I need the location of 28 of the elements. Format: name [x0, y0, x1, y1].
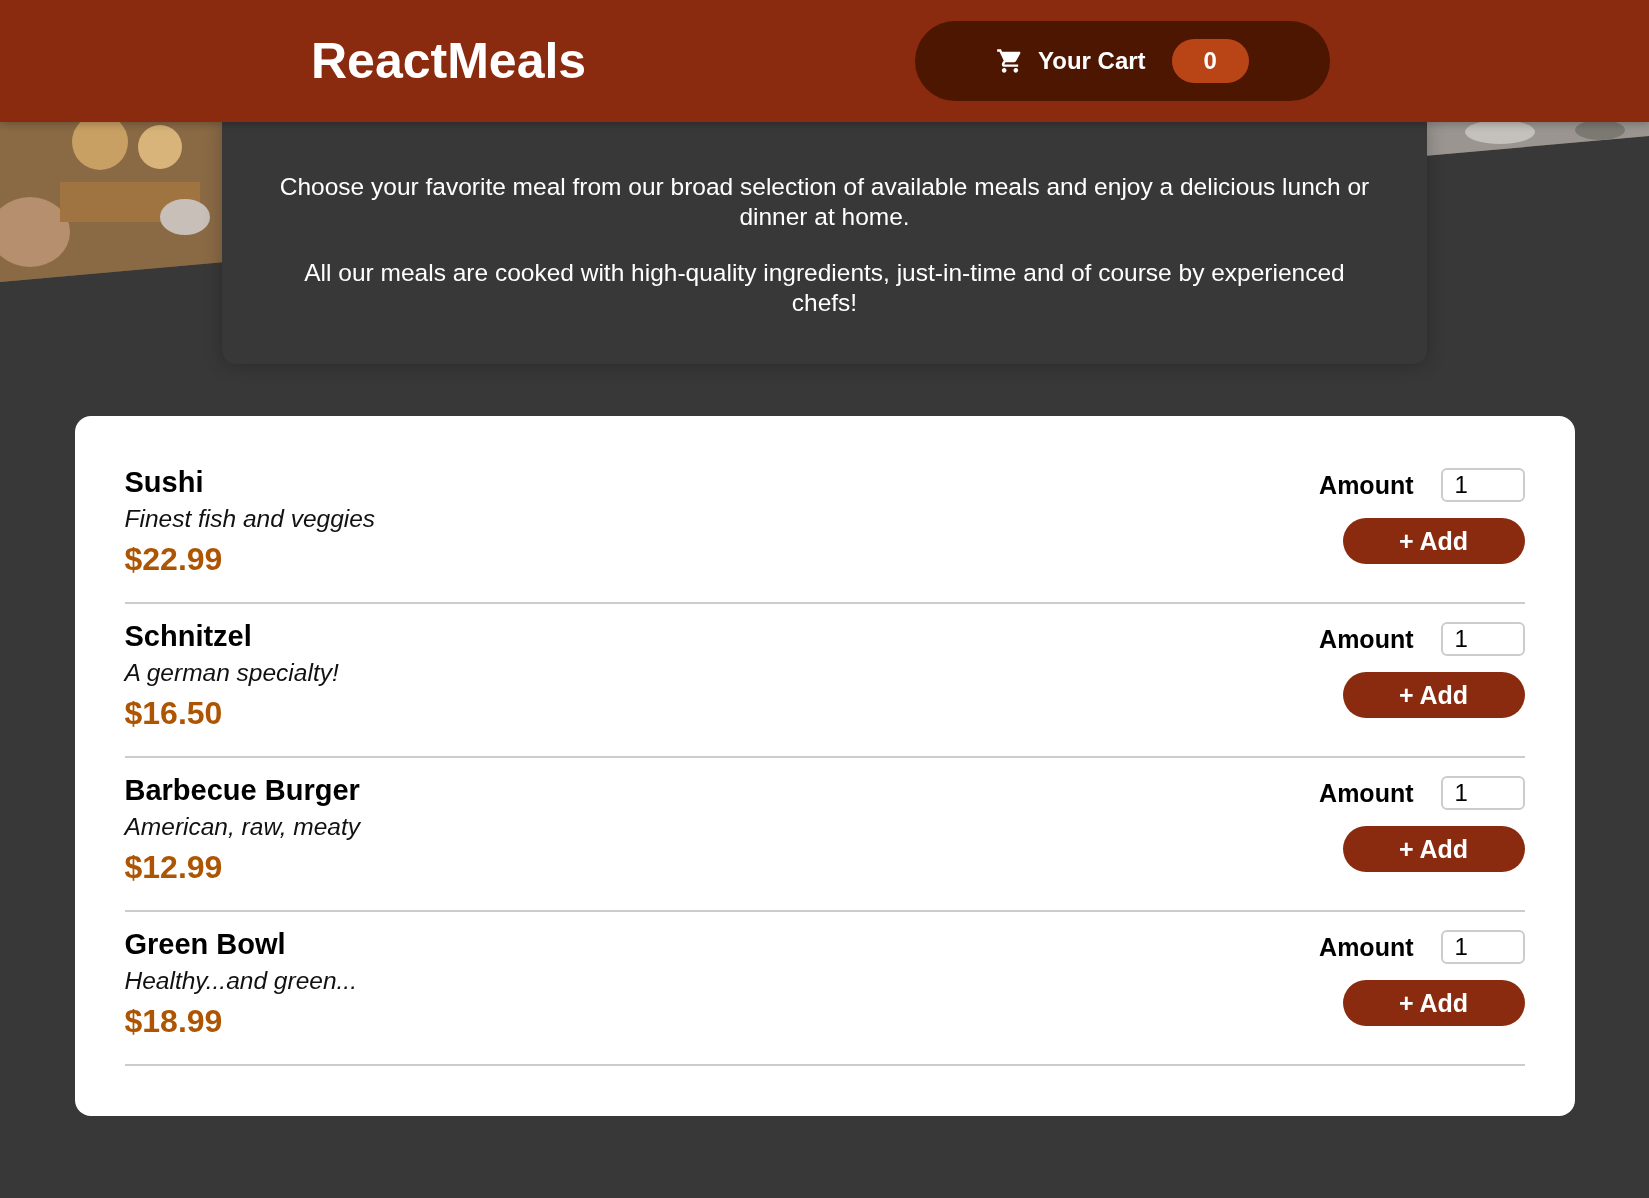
amount-label: Amount — [1319, 932, 1414, 962]
meal-price: $12.99 — [124, 849, 224, 886]
meal-name: Green Bowl — [124, 928, 287, 961]
amount-label: Amount — [1319, 778, 1414, 808]
amount-field[interactable]: 1 — [1440, 930, 1525, 964]
meal-price: $22.99 — [124, 541, 224, 578]
meal-description: Finest fish and veggies — [124, 505, 376, 533]
meal-description: American, raw, meaty — [124, 813, 361, 841]
add-button[interactable]: + Add — [1342, 980, 1525, 1026]
meal-description: Healthy...and green... — [124, 967, 357, 995]
meal-price: $18.99 — [124, 1003, 224, 1040]
amount-label: Amount — [1319, 470, 1414, 500]
amount-field[interactable]: 1 — [1440, 468, 1525, 502]
add-button[interactable]: + Add — [1342, 672, 1525, 718]
cart-button[interactable]: Your Cart 0 — [915, 21, 1330, 101]
amount-field[interactable]: 1 — [1440, 776, 1525, 810]
amount-label: Amount — [1319, 624, 1414, 654]
meal-description: A german specialty! — [124, 659, 339, 687]
intro-text: All our meals are cooked with high-quality ingredients, just-in-time and of course by experienced chefs! — [303, 258, 1346, 318]
add-button[interactable]: + Add — [1342, 518, 1525, 564]
meal-price: $16.50 — [124, 695, 224, 732]
meal-name: Barbecue Burger — [124, 774, 361, 807]
add-button[interactable]: + Add — [1342, 826, 1525, 872]
intro-text: Choose your favorite meal from our broad selection of available meals and enjoy a delicious lunch or dinner at home. — [278, 172, 1371, 232]
logo: ReactMeals — [311, 32, 587, 90]
amount-field[interactable]: 1 — [1440, 622, 1525, 656]
meal-name: Schnitzel — [124, 620, 253, 653]
meal-name: Sushi — [124, 466, 205, 499]
